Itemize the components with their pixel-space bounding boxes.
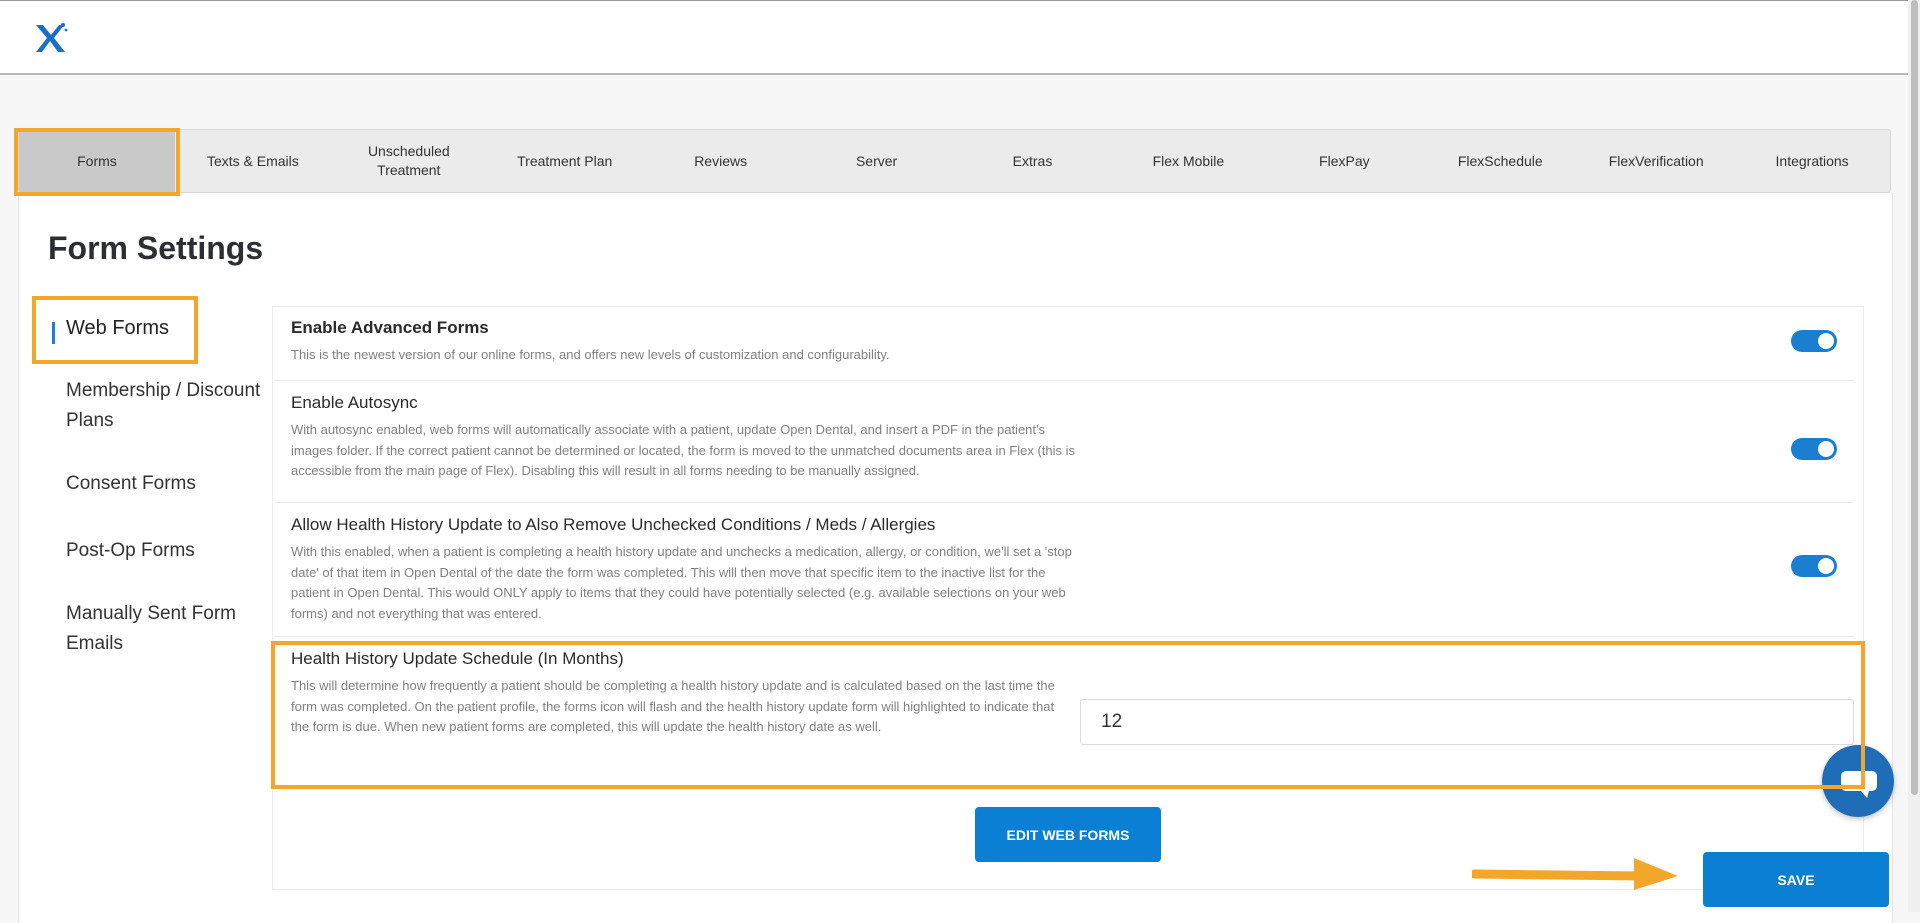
remove-unchecked-toggle[interactable] — [1791, 555, 1837, 577]
tab-flexpay[interactable]: FlexPay — [1266, 130, 1422, 192]
tab-unscheduled-treatment[interactable]: Unscheduled Treatment — [331, 130, 487, 192]
tab-flexschedule[interactable]: FlexSchedule — [1422, 130, 1578, 192]
setting-row-advanced-forms: Enable Advanced Forms This is the newest… — [274, 307, 1854, 381]
page-scrollbar[interactable] — [1908, 0, 1920, 912]
setting-title: Health History Update Schedule (In Month… — [291, 649, 624, 668]
web-forms-settings-panel: Enable Advanced Forms This is the newest… — [272, 306, 1864, 890]
sidebar-item-manually-sent-form-emails[interactable]: Manually Sent Form Emails — [66, 599, 256, 659]
setting-description: With this enabled, when a patient is com… — [291, 544, 1072, 621]
arrow-icon — [1472, 858, 1678, 890]
tab-server[interactable]: Server — [799, 130, 955, 192]
health-history-months-input[interactable] — [1080, 699, 1854, 745]
setting-title: Allow Health History Update to Also Remo… — [291, 515, 936, 534]
setting-title: Enable Autosync — [291, 393, 418, 412]
save-button[interactable]: SAVE — [1703, 852, 1889, 907]
tab-reviews[interactable]: Reviews — [643, 130, 799, 192]
top-bar — [0, 0, 1908, 75]
setting-description: With autosync enabled, web forms will au… — [291, 422, 1076, 478]
x-logo-icon[interactable] — [34, 21, 68, 55]
setting-row-health-history-schedule: Health History Update Schedule (In Month… — [274, 649, 1854, 771]
sidebar-item-consent-forms[interactable]: Consent Forms — [66, 469, 196, 499]
sidebar-item-post-op-forms[interactable]: Post-Op Forms — [66, 536, 195, 566]
toggle-knob — [1818, 333, 1834, 349]
setting-row-remove-unchecked: Allow Health History Update to Also Remo… — [274, 503, 1854, 637]
tab-extras[interactable]: Extras — [955, 130, 1111, 192]
sidebar-item-membership-discount-plans[interactable]: Membership / Discount Plans — [66, 376, 266, 436]
tab-texts-emails[interactable]: Texts & Emails — [175, 130, 331, 192]
setting-row-autosync: Enable Autosync With autosync enabled, w… — [274, 381, 1854, 503]
tab-forms[interactable]: Forms — [19, 130, 175, 192]
chat-icon — [1841, 771, 1877, 798]
scrollbar-thumb[interactable] — [1911, 0, 1918, 795]
setting-description: This will determine how frequently a pat… — [291, 678, 1055, 734]
chat-widget-button[interactable] — [1822, 745, 1894, 817]
advanced-forms-toggle[interactable] — [1791, 330, 1837, 352]
tab-treatment-plan[interactable]: Treatment Plan — [487, 130, 643, 192]
page-title: Form Settings — [48, 230, 264, 266]
settings-tabs: Forms Texts & Emails Unscheduled Treatme… — [18, 129, 1891, 193]
tab-flex-mobile[interactable]: Flex Mobile — [1110, 130, 1266, 192]
tab-integrations[interactable]: Integrations — [1734, 130, 1890, 192]
toggle-knob — [1818, 558, 1834, 574]
autosync-toggle[interactable] — [1791, 438, 1837, 460]
toggle-knob — [1818, 441, 1834, 457]
active-indicator — [52, 322, 55, 344]
edit-web-forms-button[interactable]: EDIT WEB FORMS — [975, 807, 1161, 862]
sidebar-item-web-forms[interactable]: Web Forms — [66, 313, 169, 343]
tab-flexverification[interactable]: FlexVerification — [1578, 130, 1734, 192]
setting-description: This is the newest version of our online… — [291, 347, 890, 362]
setting-title: Enable Advanced Forms — [291, 318, 489, 337]
